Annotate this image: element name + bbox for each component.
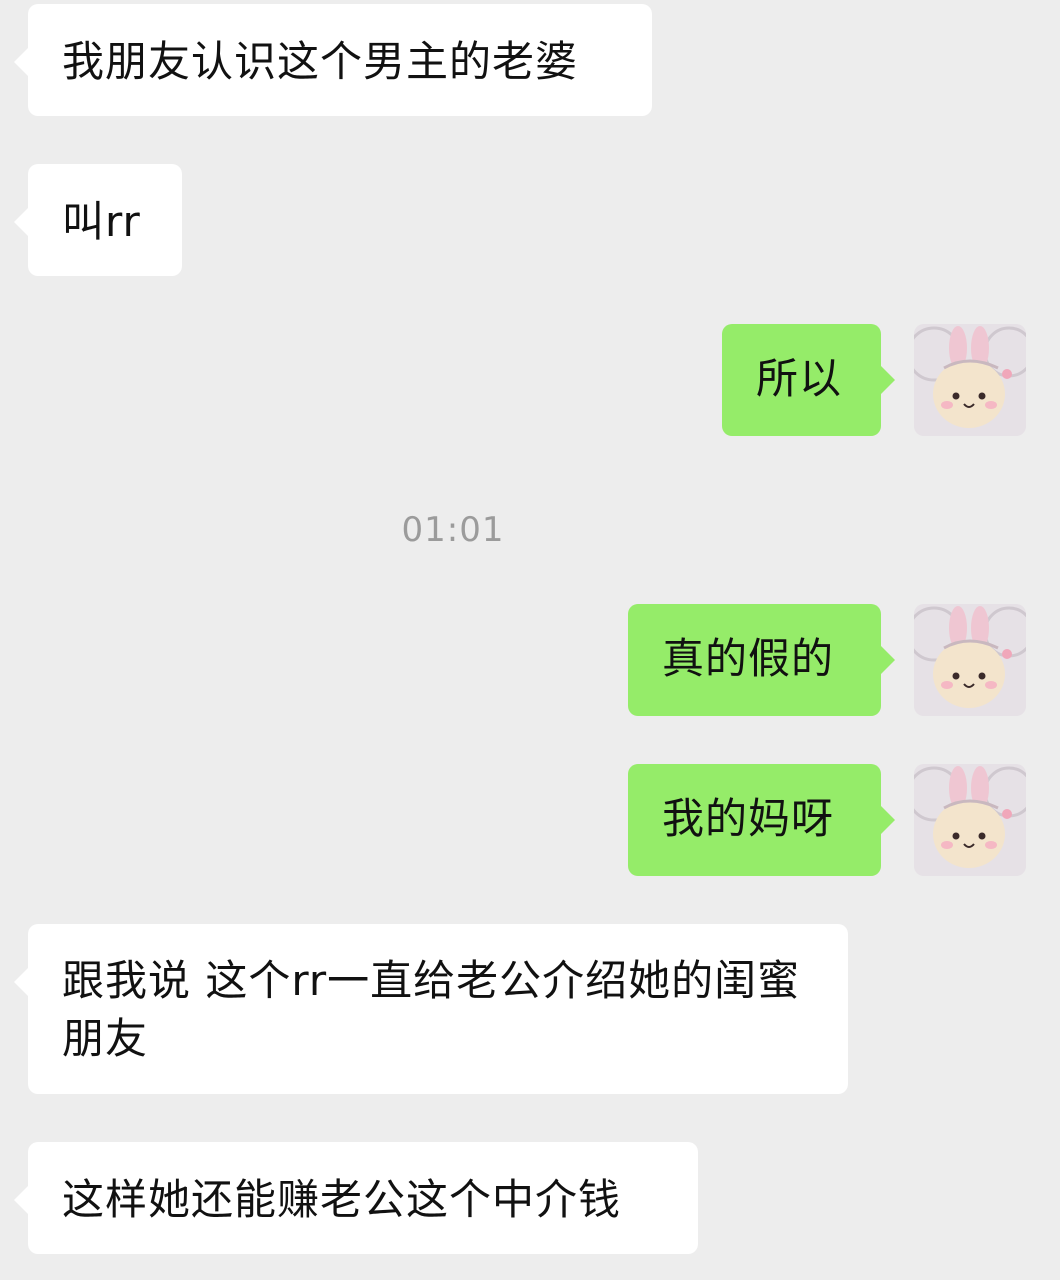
outgoing-message-bubble[interactable]: 我的妈呀 (628, 764, 895, 876)
incoming-message-bubble[interactable]: 这样她还能赚老公这个中介钱 (14, 1142, 698, 1254)
message-text: 我的妈呀 (662, 794, 835, 843)
outgoing-message-bubble[interactable]: 所以 (722, 324, 895, 436)
message-text: 跟我说 这个rr一直给老公介绍她的闺蜜朋友 (62, 956, 801, 1063)
message-text: 这样她还能赚老公这个中介钱 (62, 1175, 622, 1224)
message-text: 真的假的 (662, 634, 835, 683)
outgoing-message-bubble[interactable]: 真的假的 (628, 604, 895, 716)
user-avatar[interactable] (914, 604, 1026, 716)
plush-bunny-avatar-icon (914, 764, 1026, 876)
chat-view: 我朋友认识这个男主的老婆 叫rr 所以 01:01 真的假的 我的妈呀 跟我说 … (0, 0, 1060, 1280)
incoming-message-bubble[interactable]: 跟我说 这个rr一直给老公介绍她的闺蜜朋友 (14, 924, 848, 1094)
incoming-message-bubble[interactable]: 我朋友认识这个男主的老婆 (14, 4, 652, 116)
user-avatar[interactable] (914, 764, 1026, 876)
plush-bunny-avatar-icon (914, 604, 1026, 716)
user-avatar[interactable] (914, 324, 1026, 436)
message-text: 我朋友认识这个男主的老婆 (62, 37, 579, 86)
message-text: 叫rr (62, 197, 141, 246)
incoming-message-bubble[interactable]: 叫rr (14, 164, 182, 276)
chat-timestamp: 01:01 (401, 510, 505, 550)
plush-bunny-avatar-icon (914, 324, 1026, 436)
message-text: 所以 (756, 354, 843, 403)
